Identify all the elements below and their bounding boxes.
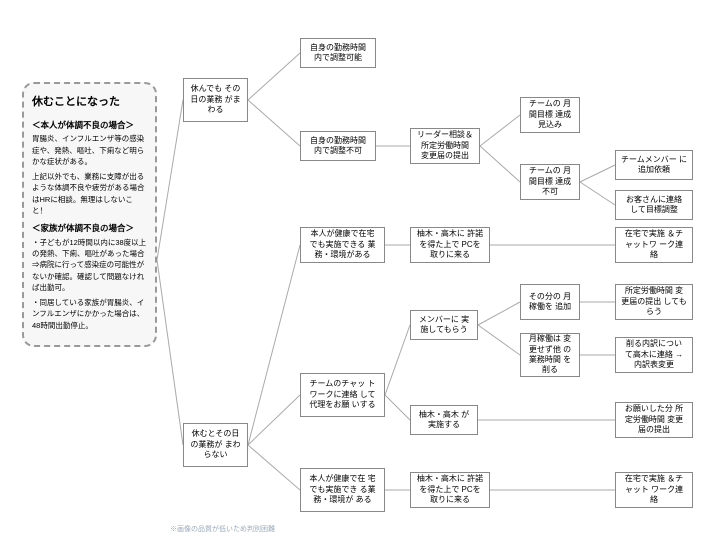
node-cut-other: 月稼働は 変更せず他 の業務時間 を削る	[520, 333, 580, 377]
node-goal-ok: チームの 月間目標 達成見込み	[520, 97, 580, 133]
node-pc-pickup: 柚木・高木に 許諾を得た上で PCを取りに来る	[410, 227, 490, 263]
panel-heading-family: ＜家族が体調不良の場合＞	[32, 222, 147, 235]
node-pc-pickup-alt: 柚木・高木に 許諾を得た上で PCを取りに来る	[410, 472, 490, 508]
node-chatwork-request: チームのチャッ トワークに連絡 して代理をお願 いする	[300, 373, 385, 417]
node-add-operation: その分の 月稼働を 追加	[520, 284, 580, 320]
panel-title: 休むことになった	[32, 94, 147, 111]
panel-text: ・同居している家族が胃腸炎、インフルエンザにかかった場合は、48時間出勤停止。	[32, 297, 147, 331]
info-panel: 休むことになった ＜本人が体調不良の場合＞ 胃腸炎、インフルエンザ等の感染症や、…	[22, 82, 157, 347]
node-breakdown-change: 削る内訳につい て高木に連絡 →内訳表変更	[615, 337, 693, 373]
panel-text: 胃腸炎、インフルエンザ等の感染症や、発熱、嘔吐、下痢など明らかな症状がある。	[32, 133, 147, 167]
node-work-continues: 休んでも その日の業務 がまわる	[183, 78, 248, 122]
panel-heading-self: ＜本人が体調不良の場合＞	[32, 119, 147, 132]
node-remote-work: 在宅で実施 ＆チャットワ ーク連絡	[615, 227, 693, 263]
node-remote-work-alt: 在宅で実施 ＆チャット ワーク連絡	[615, 472, 693, 508]
node-leader-consult: リーダー相談＆ 所定労働時間 変更届の提出	[410, 128, 480, 164]
panel-text: ・子どもが12時間以内に38度以上の発熱、下痢、嘔吐があった場合 ⇒病院に行って…	[32, 237, 147, 293]
node-member-does: メンバーに 実施してもらう	[410, 310, 478, 340]
panel-text: 上記以外でも、業務に支障が出るような体調不良や疲労がある場合はHRに相談。無理は…	[32, 171, 147, 216]
node-hours-form: 所定労働時間 変更届の提出 してもらう	[615, 284, 693, 320]
node-adjust-possible: 自身の勤務時間 内で調整可能	[300, 38, 376, 68]
node-remote-env-alt: 本人が健康で在 宅でも実施でき る業務・環境が ある	[300, 468, 385, 512]
node-contact-customer: お客さんに連絡 して目標調整	[615, 190, 693, 220]
footer-note: ※画像の品質が低いため判別困難	[170, 524, 275, 534]
node-work-blocked: 休むとその日 の業務が まわらない	[183, 423, 248, 467]
node-goal-ng: チームの 月間目標 達成不可	[520, 164, 580, 200]
node-remote-env-self: 本人が健康で在宅 でも実施できる 業務・環境がある	[300, 227, 385, 263]
node-manager-does: 柚木・高木 が実施する	[410, 405, 478, 435]
node-requested-hours-form: お願いした分 所定労働時間 変更届の提出	[615, 402, 693, 438]
node-adjust-impossible: 自身の勤務時間 内で調整不可	[300, 131, 376, 161]
node-add-member: チームメンバー に追加依頼	[615, 150, 693, 180]
